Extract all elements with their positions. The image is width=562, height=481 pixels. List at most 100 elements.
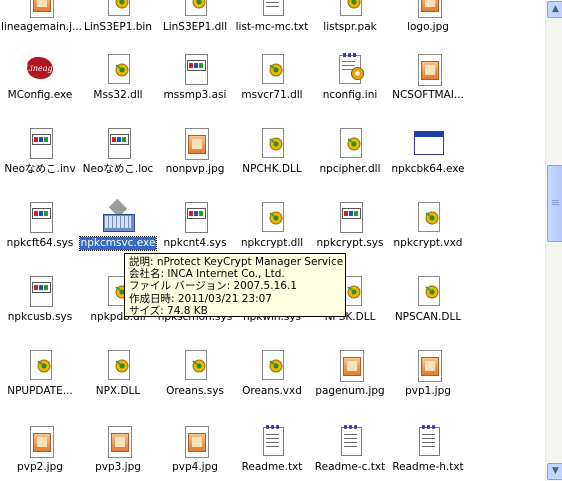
file-item[interactable]: nconfig.ini — [310, 52, 390, 102]
file-name-label: npkcrypt.dll — [240, 237, 304, 249]
file-item[interactable]: NPX.DLL — [78, 348, 158, 398]
file-view[interactable]: lineagemain.j... LinS3EP1.bin LinS3EP1.d… — [0, 0, 545, 481]
file-item[interactable]: pvp3.jpg — [78, 424, 158, 474]
dll-file-icon — [255, 126, 289, 160]
file-name-label: Readme.txt — [241, 461, 303, 473]
settings-file-icon — [333, 52, 367, 86]
image-file-icon — [23, 424, 57, 458]
file-name-label: pagenum.jpg — [315, 385, 385, 397]
file-item[interactable]: npkcmsvc.exe — [78, 198, 158, 251]
file-name-label: Readme-h.txt — [392, 461, 464, 473]
file-name-label: pvp2.jpg — [17, 461, 63, 473]
file-name-label: NCSOFTMAI... — [392, 89, 464, 101]
file-item[interactable]: Lineage MConfig.exe — [0, 52, 80, 102]
file-name-label: NPX.DLL — [95, 385, 141, 397]
text-file-icon — [333, 424, 367, 458]
system-file-icon — [178, 52, 212, 86]
lineage-logo-icon: Lineage — [23, 52, 57, 86]
dll-file-icon — [411, 200, 445, 234]
system-file-icon — [178, 200, 212, 234]
file-name-label: Oreans.vxd — [242, 385, 302, 397]
keyboard-app-icon — [101, 198, 135, 234]
file-name-label: Neoなめこ.loc — [82, 163, 154, 175]
file-name-label: lineagemain.j... — [1, 21, 83, 33]
image-file-icon — [178, 424, 212, 458]
file-name-label: logo.jpg — [407, 21, 449, 33]
file-item[interactable]: npkcrypt.vxd — [388, 200, 468, 250]
dll-file-icon — [255, 348, 289, 382]
file-item[interactable]: mssmp3.asi — [155, 52, 235, 102]
tooltip-company: 会社名: INCA Internet Co., Ltd. — [129, 268, 285, 281]
file-item[interactable]: pvp2.jpg — [0, 424, 80, 474]
file-item[interactable]: npkcrypt.dll — [232, 200, 312, 250]
dll-file-icon — [178, 348, 212, 382]
file-item[interactable]: Mss32.dll — [78, 52, 158, 102]
file-item[interactable]: NPUPDATE... — [0, 348, 80, 398]
dll-file-icon — [255, 52, 289, 86]
image-file-icon — [411, 0, 445, 18]
file-name-label: pvp4.jpg — [172, 461, 218, 473]
dll-file-icon — [333, 0, 367, 18]
file-info-tooltip: 説明: nProtect KeyCrypt Manager Service 会社… — [124, 253, 346, 317]
file-name-label: NPSCAN.DLL — [394, 311, 462, 323]
file-name-label: NPUPDATE... — [7, 385, 73, 397]
system-file-icon — [23, 200, 57, 234]
scroll-up-arrow-icon: ▲ — [552, 4, 559, 14]
file-item[interactable]: Oreans.sys — [155, 348, 235, 398]
image-file-icon — [178, 126, 212, 160]
text-file-icon — [411, 424, 445, 458]
dll-file-icon — [23, 348, 57, 382]
file-item[interactable]: Neoなめこ.loc — [78, 126, 158, 176]
dll-file-icon — [101, 52, 135, 86]
file-item[interactable]: list-mc-mc.txt — [232, 0, 312, 34]
file-item[interactable]: lineagemain.j... — [0, 0, 83, 34]
system-file-icon — [333, 200, 367, 234]
file-name-label: npkcbk64.exe — [391, 163, 465, 175]
file-item[interactable]: Readme-c.txt — [310, 424, 390, 474]
dll-file-icon — [411, 274, 445, 308]
file-name-label: LinS3EP1.dll — [162, 21, 228, 33]
file-item[interactable]: NCSOFTMAI... — [388, 52, 468, 102]
file-item[interactable]: NPSCAN.DLL — [388, 274, 468, 324]
tooltip-description: 説明: nProtect KeyCrypt Manager Service — [129, 256, 344, 268]
file-item[interactable]: msvcr71.dll — [232, 52, 312, 102]
dll-file-icon — [101, 348, 135, 382]
scroll-thumb[interactable] — [547, 165, 562, 242]
file-item[interactable]: listspr.pak — [310, 0, 390, 34]
text-file-icon — [255, 0, 289, 18]
file-name-label: npcipher.dll — [319, 163, 381, 175]
file-name-label: npkcft64.sys — [6, 237, 74, 249]
file-name-label: npkcrypt.vxd — [393, 237, 463, 249]
explorer-window: lineagemain.j... LinS3EP1.bin LinS3EP1.d… — [0, 0, 562, 481]
file-item[interactable]: Oreans.vxd — [232, 348, 312, 398]
file-item[interactable]: Readme.txt — [232, 424, 312, 474]
file-item[interactable]: NPCHK.DLL — [232, 126, 312, 176]
file-item[interactable]: LinS3EP1.bin — [78, 0, 158, 34]
file-item[interactable]: logo.jpg — [388, 0, 468, 34]
file-name-label: npkcrypt.sys — [316, 237, 384, 249]
file-name-label: npkcusb.sys — [7, 311, 73, 323]
image-file-icon — [23, 0, 57, 18]
file-item[interactable]: npcipher.dll — [310, 126, 390, 176]
file-item[interactable]: pvp4.jpg — [155, 424, 235, 474]
scroll-down-button[interactable]: ▼ — [547, 463, 562, 480]
file-item[interactable]: pvp1.jpg — [388, 348, 468, 398]
file-item[interactable]: npkcft64.sys — [0, 200, 80, 250]
text-file-icon — [255, 424, 289, 458]
file-item[interactable]: npkcbk64.exe — [388, 126, 468, 176]
file-item[interactable]: LinS3EP1.dll — [155, 0, 235, 34]
file-name-label: MConfig.exe — [7, 89, 73, 101]
vertical-scrollbar[interactable]: ▲ ▼ — [545, 0, 562, 481]
file-item[interactable]: npkcusb.sys — [0, 274, 80, 324]
tooltip-created: 作成日時: 2011/03/21 23:07 — [129, 292, 272, 305]
file-item[interactable]: Neoなめこ.inv — [0, 126, 80, 176]
file-item[interactable]: pagenum.jpg — [310, 348, 390, 398]
file-item[interactable]: nonpvp.jpg — [155, 126, 235, 176]
dll-file-icon — [178, 0, 212, 18]
file-item[interactable]: npkcrypt.sys — [310, 200, 390, 250]
scroll-up-button[interactable]: ▲ — [547, 1, 562, 18]
image-file-icon — [411, 348, 445, 382]
file-item[interactable]: Readme-h.txt — [388, 424, 468, 474]
system-file-icon — [23, 126, 57, 160]
file-item[interactable]: npkcnt4.sys — [155, 200, 235, 250]
